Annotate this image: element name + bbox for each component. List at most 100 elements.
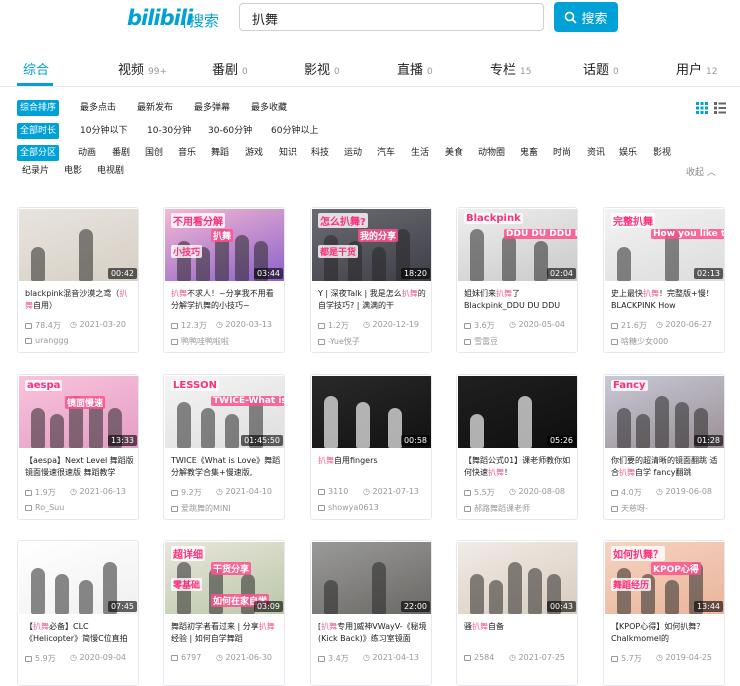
list-view-icon[interactable] <box>714 102 726 114</box>
video-card[interactable]: 如何扒舞？ KPOP心得 舞蹈经历 13:44 【KPOP心得】如何扒舞？ Chalkm… <box>603 540 725 686</box>
uploader[interactable]: 天慈呀- <box>611 503 648 514</box>
tab-article[interactable]: 专栏 15 <box>490 59 531 78</box>
collapse-filters-button[interactable]: 收起 ︿ <box>686 165 716 178</box>
tab-user[interactable]: 用户 12 <box>676 59 717 78</box>
video-card[interactable]: 07:45 【扒舞必备】CLC《Helicopter》简慢C位直拍 5.9万 ◷ 20… <box>17 540 139 686</box>
video-card[interactable]: 00:58 扒舞自用fingers 3110 ◷ 2021-07-13 showya06… <box>310 374 432 520</box>
zone-option[interactable]: 美食 <box>445 145 463 161</box>
zone-option[interactable]: 动画 <box>78 145 96 161</box>
duration-option[interactable]: 全部时长 <box>17 123 60 139</box>
zone-option[interactable]: 汽车 <box>377 145 395 161</box>
zone-option[interactable]: 电影 <box>64 163 82 179</box>
zone-option[interactable]: 舞蹈 <box>211 145 229 161</box>
sort-option[interactable]: 最多收藏 <box>251 100 287 116</box>
zone-option[interactable]: 影视 <box>653 145 671 161</box>
video-thumbnail[interactable]: 怎么扒舞? 我的分享 都是干货 18:20 <box>312 209 431 281</box>
uploader[interactable]: 啥糖少女000 <box>611 336 668 347</box>
video-thumbnail[interactable]: 超详细 干货分享 零基础 如何在家自学 03:09 <box>165 542 284 614</box>
uploader[interactable]: 爱跳舞的MINI <box>171 503 231 514</box>
video-card[interactable]: 超详细 干货分享 零基础 如何在家自学 03:09 舞蹈初学者看过来 | 分享扒舞经验 |… <box>163 540 285 686</box>
tab-bangumi[interactable]: 番剧 0 <box>212 59 248 78</box>
video-title[interactable]: 【舞蹈公式01】课老师教你如何快速扒舞！ <box>464 455 574 479</box>
duration-option[interactable]: 10-30分钟 <box>147 123 191 139</box>
zone-option[interactable]: 电视剧 <box>97 163 124 179</box>
search-input[interactable] <box>250 8 534 28</box>
tab-live[interactable]: 直播 0 <box>397 59 433 78</box>
video-card[interactable]: 00:42 blackpink混音沙漠之鸢（扒舞自用） 78.4万 ◷ 2021-03… <box>17 207 139 353</box>
uploader[interactable]: -Yue悦子 <box>318 336 360 347</box>
video-card[interactable]: Blackpink DDU DU DDU DU 02:04 姐妹们来扒舞了 Black… <box>456 207 578 353</box>
zone-option[interactable]: 番剧 <box>112 145 130 161</box>
search-button[interactable]: 搜索 <box>554 2 618 32</box>
zone-option[interactable]: 音乐 <box>178 145 196 161</box>
zone-option[interactable]: 全部分区 <box>17 145 60 161</box>
video-title[interactable]: 【aespa】Next Level 舞蹈版镜面慢速很速版 舞蹈教学 <box>25 455 135 479</box>
video-card[interactable]: 完整扒舞How you like that 02:13 史上最快扒舞！完整版+慢！B… <box>603 207 725 353</box>
grid-view-icon[interactable] <box>696 102 708 114</box>
video-title[interactable]: 你们要的超清晰的镜面翻跳 适合扒舞自学 fancy翻跳 <box>611 455 721 479</box>
zone-option[interactable]: 生活 <box>411 145 429 161</box>
video-title[interactable]: 【扒舞必备】CLC《Helicopter》简慢C位直拍 <box>25 621 135 645</box>
uploader[interactable]: 雪雷豆 <box>464 336 498 347</box>
zone-option[interactable]: 游戏 <box>245 145 263 161</box>
zone-option[interactable]: 国创 <box>145 145 163 161</box>
bilibili-logo[interactable]: bilibili <box>127 6 193 30</box>
video-thumbnail[interactable]: Fancy 01:28 <box>605 376 724 448</box>
uploader[interactable]: 鸭鸭哇鸭啦啦 <box>171 336 229 347</box>
zone-option[interactable]: 动物圈 <box>478 145 505 161</box>
uploader[interactable]: Ro_Suu <box>25 503 64 512</box>
video-card[interactable]: 22:00 [扒舞专用]威神VWayV-《秘境 (Kick Back)》练习室镜面… <box>310 540 432 686</box>
video-card[interactable]: 不用看分解 扒舞 小技巧 03:44 扒舞不求人！~分享我不用看分解学扒舞的小技巧~ 12… <box>163 207 285 353</box>
video-card[interactable]: 05:26 【舞蹈公式01】课老师教你如何快速扒舞！ 5.5万 ◷ 2020-08-0… <box>456 374 578 520</box>
zone-option[interactable]: 运动 <box>344 145 362 161</box>
sort-option[interactable]: 最多点击 <box>80 100 116 116</box>
video-thumbnail[interactable]: aespa 镜面慢速 13:33 <box>19 376 138 448</box>
video-title[interactable]: [扒舞专用]威神VWayV-《秘境 (Kick Back)》练习室镜面 <box>318 621 428 645</box>
video-thumbnail[interactable]: LESSON TWICE-What is Love? 01:45:50 <box>165 376 284 448</box>
sort-option[interactable]: 最多弹幕 <box>194 100 230 116</box>
uploader[interactable]: 郝路舞蹈课老师 <box>464 503 530 514</box>
zone-option[interactable]: 资讯 <box>587 145 605 161</box>
video-thumbnail[interactable]: 不用看分解 扒舞 小技巧 03:44 <box>165 209 284 281</box>
video-thumbnail[interactable]: Blackpink DDU DU DDU DU 02:04 <box>458 209 577 281</box>
uploader[interactable]: showya0613 <box>318 503 379 512</box>
video-thumbnail[interactable]: 如何扒舞？ KPOP心得 舞蹈经历 13:44 <box>605 542 724 614</box>
zone-option[interactable]: 纪录片 <box>22 163 49 179</box>
tab-all[interactable]: 综合 <box>23 59 49 78</box>
video-card[interactable]: 00:43 骚扒舞自备 2584 ◷ 2021-07-25 <box>456 540 578 686</box>
video-card[interactable]: Fancy 01:28 你们要的超清晰的镜面翻跳 适合扒舞自学 fancy翻跳 4.0… <box>603 374 725 520</box>
video-title[interactable]: Y | 深夜Talk | 我是怎么扒舞的 自学技巧? | 满满的干 <box>318 288 428 312</box>
video-title[interactable]: blackpink混音沙漠之鸢（扒舞自用） <box>25 288 135 312</box>
video-thumbnail[interactable]: 07:45 <box>19 542 138 614</box>
sort-option[interactable]: 综合排序 <box>17 100 60 116</box>
video-title[interactable]: 扒舞自用fingers <box>318 455 428 467</box>
video-title[interactable]: 【KPOP心得】如何扒舞？ Chalkmomel的 <box>611 621 721 645</box>
zone-option[interactable]: 时尚 <box>553 145 571 161</box>
video-title[interactable]: 扒舞不求人！~分享我不用看分解学扒舞的小技巧~ <box>171 288 281 312</box>
zone-option[interactable]: 科技 <box>311 145 329 161</box>
video-thumbnail[interactable]: 00:58 <box>312 376 431 448</box>
search-box[interactable] <box>239 3 544 31</box>
video-thumbnail[interactable]: 完整扒舞How you like that 02:13 <box>605 209 724 281</box>
zone-option[interactable]: 娱乐 <box>619 145 637 161</box>
video-thumbnail[interactable]: 00:42 <box>19 209 138 281</box>
duration-option[interactable]: 30-60分钟 <box>208 123 252 139</box>
video-title[interactable]: TWICE《What is Love》舞蹈分解教学合集+慢速版, <box>171 455 281 479</box>
video-card[interactable]: aespa 镜面慢速 13:33 【aespa】Next Level 舞蹈版镜面慢速很… <box>17 374 139 520</box>
zone-option[interactable]: 知识 <box>279 145 297 161</box>
video-title[interactable]: 史上最快扒舞！完整版+慢！BLACKPINK How <box>611 288 721 312</box>
video-card[interactable]: LESSON TWICE-What is Love? 01:45:50 TWICE《W… <box>163 374 285 520</box>
tab-video[interactable]: 视频 99+ <box>118 59 167 78</box>
tab-movie[interactable]: 影视 0 <box>304 59 340 78</box>
tab-topic[interactable]: 话题 0 <box>583 59 619 78</box>
video-thumbnail[interactable]: 22:00 <box>312 542 431 614</box>
video-title[interactable]: 舞蹈初学者看过来 | 分享扒舞经验 | 如何自学舞蹈 <box>171 621 281 645</box>
sort-option[interactable]: 最新发布 <box>137 100 173 116</box>
zone-option[interactable]: 鬼畜 <box>520 145 538 161</box>
video-title[interactable]: 骚扒舞自备 <box>464 621 574 633</box>
duration-option[interactable]: 60分钟以上 <box>271 123 318 139</box>
duration-option[interactable]: 10分钟以下 <box>80 123 127 139</box>
video-thumbnail[interactable]: 00:43 <box>458 542 577 614</box>
video-thumbnail[interactable]: 05:26 <box>458 376 577 448</box>
uploader[interactable]: uranggg <box>25 336 69 345</box>
